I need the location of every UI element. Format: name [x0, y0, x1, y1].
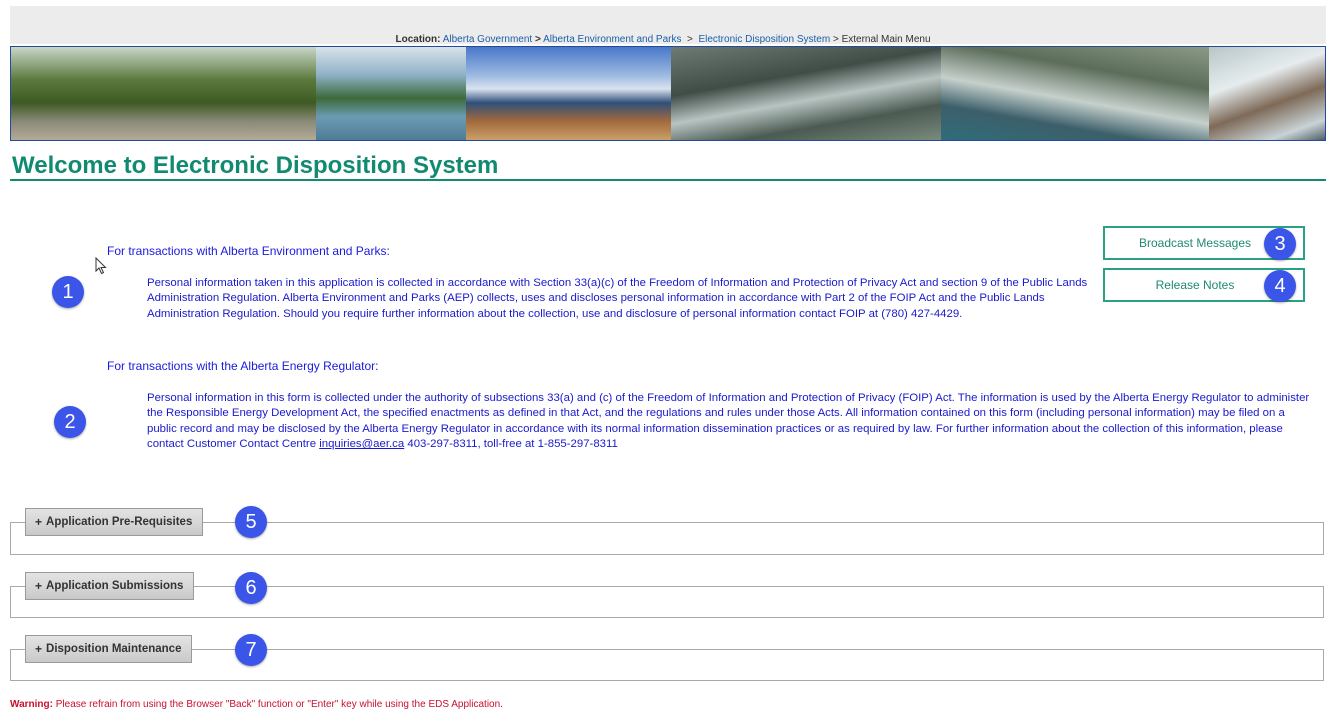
section-label: Application Pre-Requisites — [46, 516, 193, 528]
callout-badge-2: 2 — [54, 406, 86, 438]
ice-cliff-photo — [1209, 47, 1325, 140]
forest-road-photo — [11, 47, 316, 140]
mouse-pointer-icon — [95, 256, 107, 280]
section-toggle-submissions[interactable]: + Application Submissions — [25, 572, 195, 600]
section-toggle-prerequisites[interactable]: + Application Pre-Requisites — [25, 508, 204, 536]
aep-privacy-notice: Personal information taken in this appli… — [147, 277, 1088, 320]
breadcrumb-separator: > — [832, 34, 839, 45]
boardwalk-photo — [466, 47, 671, 140]
aer-privacy-notice: Personal information in this form is col… — [147, 391, 1312, 453]
callout-badge-1: 1 — [52, 276, 84, 308]
expand-plus-icon: + — [35, 642, 43, 656]
page-title: Welcome to Electronic Disposition System — [12, 152, 499, 179]
aer-notice-phone: 403-297-8311, toll-free at 1-855-297-831… — [404, 438, 618, 451]
callout-badge-3: 3 — [1264, 228, 1296, 260]
section-label: Application Submissions — [46, 580, 184, 592]
section-label: Disposition Maintenance — [46, 643, 182, 655]
callout-badge-7: 7 — [235, 634, 267, 666]
warning-label: Warning: — [10, 699, 53, 710]
rock-creek-photo — [671, 47, 941, 140]
breadcrumb-separator: > — [535, 34, 541, 45]
breadcrumb-label: Location: — [395, 34, 441, 45]
warning-text: Please refrain from using the Browser "B… — [55, 699, 503, 710]
section-panel-maintenance — [10, 649, 1324, 681]
callout-badge-5: 5 — [235, 506, 267, 538]
breadcrumb-link-alberta-government[interactable]: Alberta Government — [443, 34, 533, 45]
title-divider — [10, 179, 1326, 181]
callout-badge-4: 4 — [1264, 270, 1296, 302]
section-panel-submissions — [10, 586, 1324, 618]
breadcrumb-separator: > — [687, 34, 693, 45]
aep-heading: For transactions with Alberta Environmen… — [107, 244, 390, 258]
breadcrumb-link-environment-parks[interactable]: Alberta Environment and Parks — [543, 34, 681, 45]
callout-badge-6: 6 — [235, 572, 267, 604]
breadcrumb-current: External Main Menu — [841, 34, 931, 45]
expand-plus-icon: + — [35, 579, 43, 593]
header-banner — [10, 46, 1326, 141]
breadcrumb: Location: Alberta Government > Alberta E… — [0, 34, 1326, 45]
expand-plus-icon: + — [35, 515, 43, 529]
breadcrumb-link-eds[interactable]: Electronic Disposition System — [698, 34, 830, 45]
aer-heading: For transactions with the Alberta Energy… — [107, 359, 379, 373]
section-panel-prerequisites — [10, 522, 1324, 555]
lake-photo — [316, 47, 466, 140]
canyon-waterfall-photo — [941, 47, 1209, 140]
email-link[interactable]: inquiries@aer.ca — [319, 438, 404, 450]
warning-message: Warning: Please refrain from using the B… — [10, 699, 503, 710]
section-toggle-maintenance[interactable]: + Disposition Maintenance — [25, 635, 193, 663]
